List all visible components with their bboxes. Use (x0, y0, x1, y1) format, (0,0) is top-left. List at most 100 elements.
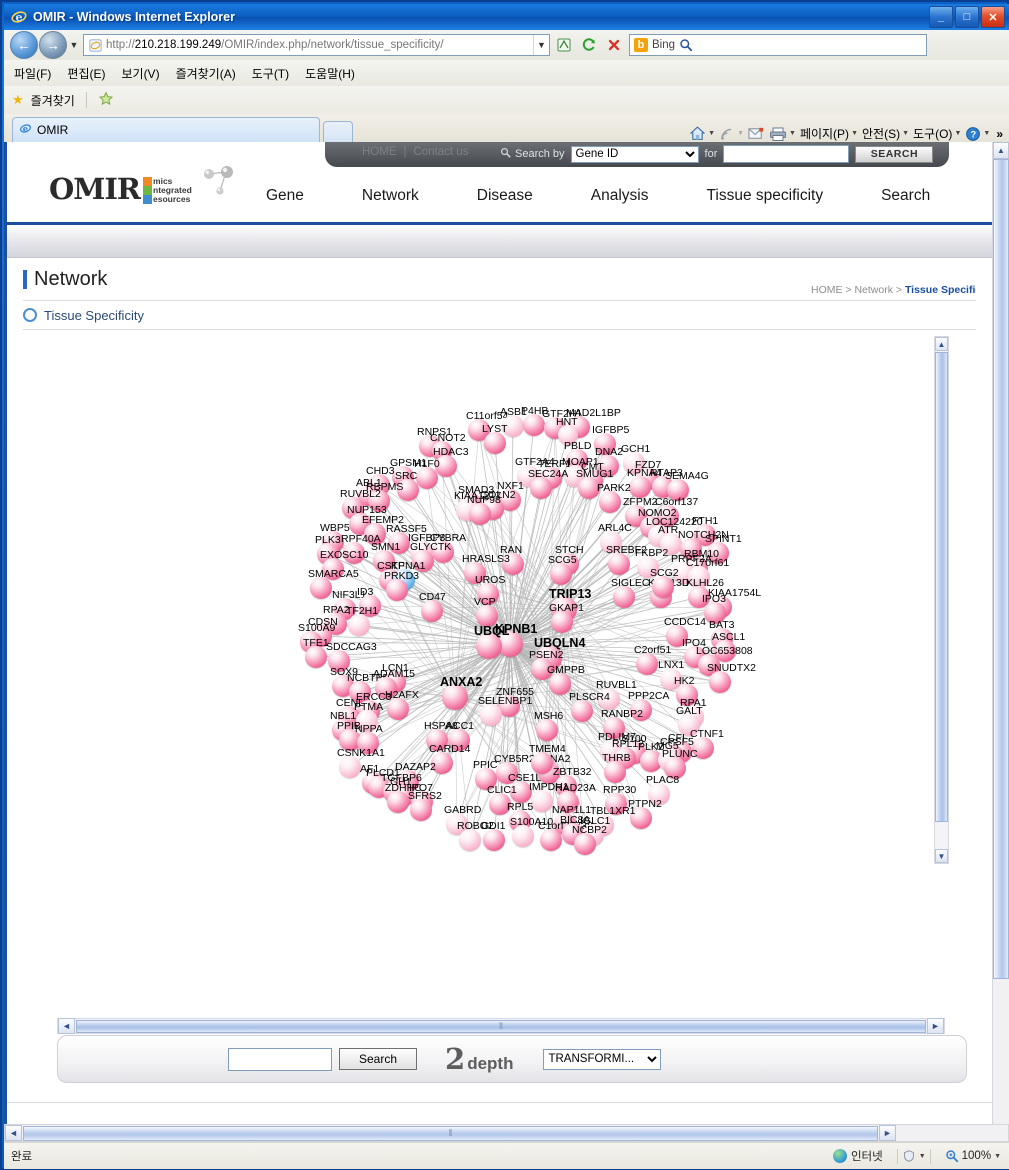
browser-scroll-left-button[interactable]: ◄ (5, 1125, 22, 1141)
network-node[interactable] (540, 829, 562, 851)
network-node[interactable] (305, 646, 327, 668)
mail-icon[interactable] (748, 126, 765, 141)
network-node[interactable] (328, 650, 350, 672)
network-node[interactable] (603, 717, 625, 739)
network-node[interactable] (678, 714, 700, 736)
network-vertical-scrollbar[interactable]: ▲ ▼ (934, 336, 949, 864)
network-node[interactable] (704, 602, 726, 624)
search-icon[interactable] (675, 38, 697, 52)
network-horizontal-scrollbar[interactable]: ◄ ⦀ ► (57, 1018, 945, 1034)
chevron-down-icon[interactable]: ▼ (994, 1153, 1001, 1160)
network-node[interactable] (310, 577, 332, 599)
scroll-right-button[interactable]: ► (927, 1018, 944, 1034)
compatibility-view-icon[interactable] (552, 34, 575, 57)
network-node[interactable] (600, 531, 622, 553)
network-node[interactable] (442, 684, 468, 710)
network-node[interactable] (530, 477, 552, 499)
network-node[interactable] (578, 477, 600, 499)
network-node[interactable] (431, 752, 453, 774)
browser-horizontal-scrollbar[interactable]: ◄ ⦀ ► (4, 1124, 1009, 1142)
network-node[interactable] (364, 523, 386, 545)
network-node[interactable] (477, 583, 499, 605)
network-node[interactable] (375, 677, 397, 699)
network-node[interactable] (667, 479, 689, 501)
menu-help[interactable]: 도움말(H) (305, 65, 355, 82)
network-node[interactable] (692, 737, 714, 759)
menu-favorites[interactable]: 즐겨찾기(A) (176, 65, 236, 82)
top-link-home[interactable]: HOME (362, 146, 397, 158)
page-menu[interactable]: 페이지(P) ▼ (800, 125, 858, 142)
chevron-down-icon[interactable]: ▼ (789, 130, 796, 137)
nav-search[interactable]: Search (852, 187, 959, 205)
network-node[interactable] (637, 556, 659, 578)
stop-button[interactable] (602, 34, 625, 57)
safety-menu[interactable]: 안전(S) ▼ (862, 125, 909, 142)
network-node[interactable] (666, 625, 688, 647)
top-link-contact[interactable]: Contact us (414, 146, 469, 158)
network-node[interactable] (459, 829, 481, 851)
print-icon[interactable]: ▼ (769, 126, 796, 142)
tissue-select[interactable]: TRANSFORMI... (543, 1049, 661, 1070)
network-node[interactable] (630, 699, 652, 721)
nav-analysis[interactable]: Analysis (562, 187, 678, 205)
header-search-input[interactable] (723, 145, 849, 163)
network-node[interactable] (574, 833, 596, 855)
network-node[interactable] (502, 553, 524, 575)
network-node[interactable] (629, 476, 651, 498)
tab-omir[interactable]: e OMIR (12, 117, 320, 142)
refresh-button[interactable] (577, 34, 600, 57)
network-node[interactable] (387, 698, 409, 720)
chevron-down-icon[interactable]: ▼ (919, 1153, 926, 1160)
network-node[interactable] (368, 490, 390, 512)
address-dropdown-icon[interactable]: ▼ (533, 35, 549, 55)
scroll-up-button[interactable]: ▲ (935, 337, 948, 351)
history-dropdown-icon[interactable]: ▼ (67, 40, 81, 50)
browser-hscroll-thumb[interactable]: ⦀ (23, 1126, 878, 1141)
network-node[interactable] (432, 541, 454, 563)
network-node[interactable] (476, 605, 498, 627)
network-node[interactable] (386, 579, 408, 601)
nav-tissue-specificity[interactable]: Tissue specificity (678, 187, 853, 205)
favorites-label[interactable]: 즐겨찾기 (31, 92, 75, 109)
network-canvas[interactable]: C11orf54 ASB1 P4HB GTF2H1 MAD2L1BP HNT IGFBP5 L… (23, 336, 950, 864)
nav-disease[interactable]: Disease (448, 187, 562, 205)
back-button[interactable]: ← (10, 31, 38, 59)
menu-tools[interactable]: 도구(T) (252, 65, 289, 82)
network-node[interactable] (388, 532, 410, 554)
network-node[interactable] (502, 415, 524, 437)
network-node[interactable] (558, 425, 578, 445)
close-button[interactable]: ✕ (981, 6, 1005, 28)
menu-edit[interactable]: 편집(E) (67, 65, 105, 82)
network-node[interactable] (531, 752, 553, 774)
network-node[interactable] (480, 704, 502, 726)
network-node[interactable] (426, 729, 448, 751)
network-node[interactable] (357, 732, 379, 754)
network-node[interactable] (421, 600, 443, 622)
network-node[interactable] (551, 611, 573, 633)
network-node[interactable] (549, 673, 571, 695)
search-by-select[interactable]: Gene ID (571, 146, 699, 163)
toolbar-overflow-button[interactable]: » (996, 127, 1003, 141)
network-node[interactable] (484, 432, 506, 454)
menu-view[interactable]: 보기(V) (121, 65, 159, 82)
network-node[interactable] (550, 563, 572, 585)
network-node[interactable] (709, 671, 731, 693)
network-node[interactable] (469, 503, 491, 525)
feeds-icon[interactable]: ▼ (719, 126, 744, 142)
header-search-button[interactable]: SEARCH (855, 146, 933, 163)
menu-file[interactable]: 파일(F) (14, 65, 51, 82)
site-logo[interactable]: OMIR mics ntegrated esources (49, 164, 242, 204)
network-node[interactable] (410, 799, 432, 821)
network-node[interactable] (416, 467, 438, 489)
network-node[interactable] (356, 710, 378, 732)
browser-scroll-right-button[interactable]: ► (879, 1125, 896, 1141)
network-node[interactable] (387, 791, 409, 813)
network-node[interactable] (598, 688, 620, 710)
browser-search-box[interactable]: b Bing (629, 34, 927, 56)
network-scroll-thumb[interactable] (935, 352, 948, 822)
forward-button[interactable]: → (39, 31, 67, 59)
network-node[interactable] (510, 781, 532, 803)
network-node[interactable] (688, 566, 710, 588)
network-node[interactable] (707, 542, 729, 564)
help-menu[interactable]: ? ▼ (965, 126, 990, 142)
